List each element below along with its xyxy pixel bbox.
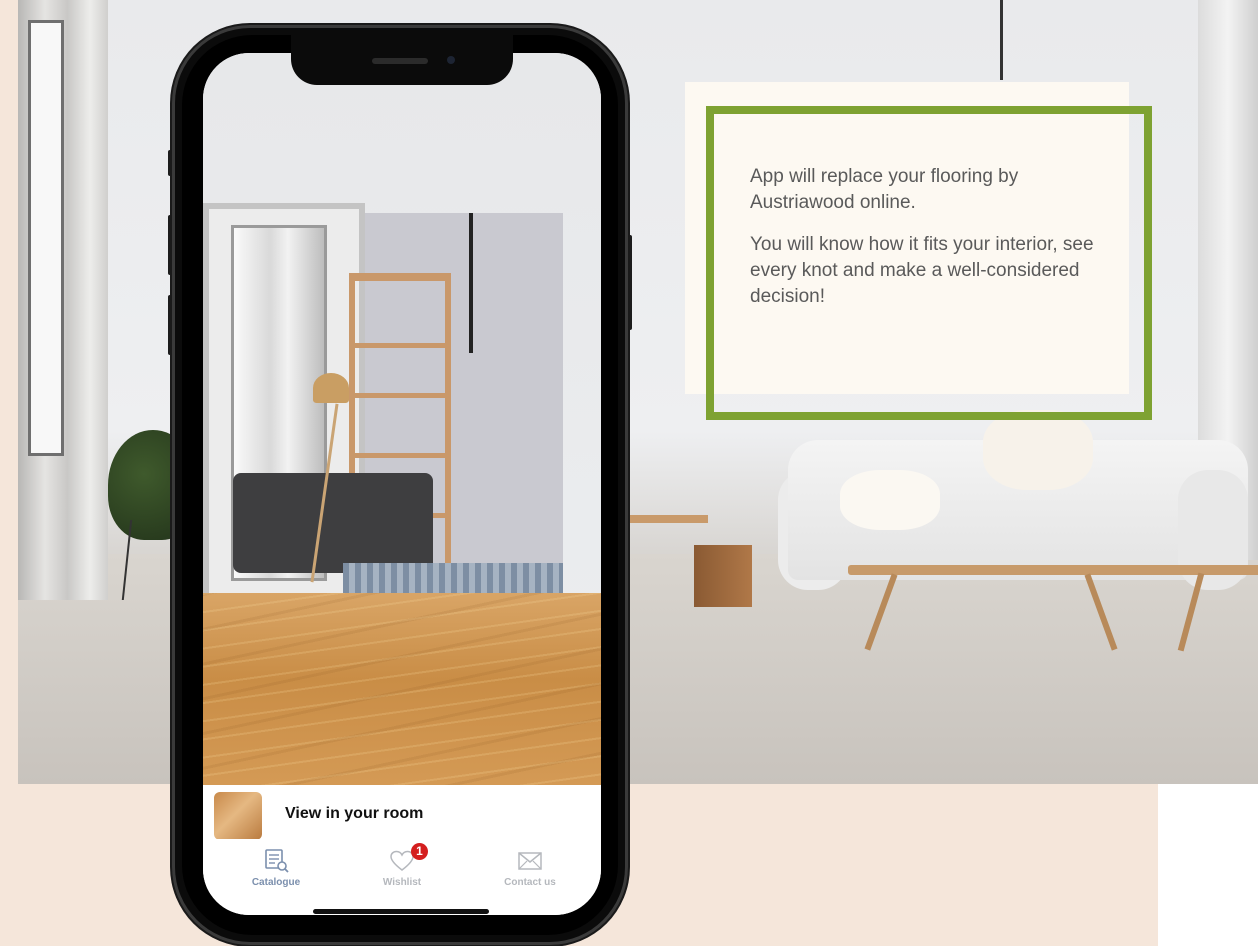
home-indicator[interactable] xyxy=(313,909,489,914)
pendant-cord xyxy=(469,213,473,353)
ar-room-preview[interactable] xyxy=(203,53,601,785)
tab-catalogue-label: Catalogue xyxy=(251,877,301,888)
phone-screen: View in your room Catalogue 1 Wishlist C… xyxy=(203,53,601,915)
view-in-room-row[interactable]: View in your room xyxy=(203,785,601,840)
tab-catalogue[interactable]: Catalogue xyxy=(221,849,331,899)
floor-lamp-shade xyxy=(313,373,349,403)
phone-speaker xyxy=(372,58,428,64)
tab-wishlist-label: Wishlist xyxy=(382,877,422,888)
shelf-board xyxy=(349,453,451,458)
catalogue-icon xyxy=(265,849,289,873)
tab-contact-us-label: Contact us xyxy=(504,877,556,888)
tab-wishlist[interactable]: 1 Wishlist xyxy=(347,843,457,899)
rug xyxy=(343,563,563,593)
wood-floor-preview xyxy=(203,593,601,785)
floor-swatch-thumbnail[interactable] xyxy=(214,792,262,840)
dark-sofa xyxy=(233,473,433,573)
wishlist-badge: 1 xyxy=(411,843,428,860)
info-text: App will replace your flooring by Austri… xyxy=(750,164,1100,326)
pendant-lamp-cord xyxy=(1000,0,1003,80)
mail-icon xyxy=(518,852,542,870)
tab-bar: Catalogue 1 Wishlist Contact us xyxy=(203,839,601,915)
shelf-board xyxy=(349,393,451,398)
info-paragraph-2: You will know how it fits your interior,… xyxy=(750,234,1094,307)
wooden-stool xyxy=(694,545,752,607)
shelf-board xyxy=(349,343,451,348)
front-camera xyxy=(447,56,455,64)
tab-contact-us[interactable]: Contact us xyxy=(475,849,585,899)
view-in-room-label: View in your room xyxy=(285,805,424,822)
left-window xyxy=(28,20,64,456)
sofa-pillow xyxy=(983,410,1093,490)
coffee-table xyxy=(848,565,1258,575)
info-paragraph-1: App will replace your flooring by Austri… xyxy=(750,166,1019,213)
sofa-pillow xyxy=(840,470,940,530)
